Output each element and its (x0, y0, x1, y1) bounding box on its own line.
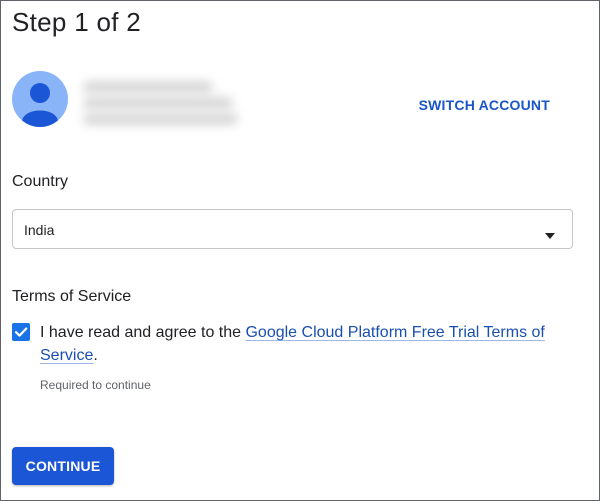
agreement-text: I have read and agree to the (40, 324, 246, 341)
page-title: Step 1 of 2 (12, 7, 142, 37)
continue-button[interactable]: CONTINUE (12, 447, 114, 485)
agreement-trailing-text: . (93, 347, 98, 364)
person-avatar-icon (12, 71, 68, 127)
checkmark-icon (14, 327, 28, 337)
terms-agreement-text: I have read and agree to the Google Clou… (40, 321, 580, 367)
country-select[interactable]: India (12, 209, 573, 249)
caret-down-icon (545, 226, 555, 244)
terms-checkbox[interactable] (12, 323, 30, 341)
required-helper-text: Required to continue (40, 378, 151, 392)
terms-label: Terms of Service (12, 288, 132, 305)
signup-step-panel: Step 1 of 2 SWITCH ACCOUNT Country India… (0, 0, 600, 501)
switch-account-button[interactable]: SWITCH ACCOUNT (419, 97, 550, 113)
country-selected-value: India (24, 222, 55, 238)
account-info-redacted (83, 75, 243, 129)
country-label: Country (12, 173, 69, 190)
